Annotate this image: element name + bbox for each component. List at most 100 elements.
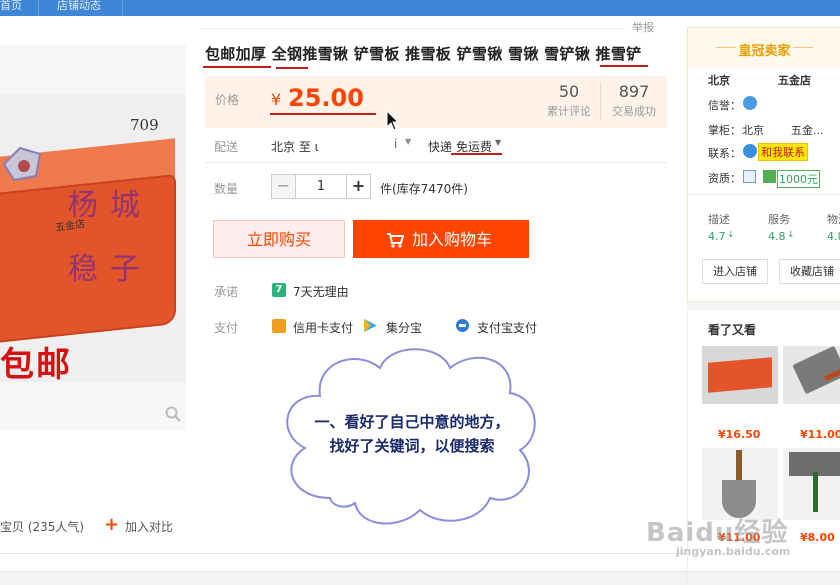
- credit-icon[interactable]: [743, 96, 757, 110]
- fee-underline: [451, 153, 502, 155]
- score-name: 物流: [827, 213, 840, 226]
- buy-now-button[interactable]: 立即购买: [213, 220, 345, 258]
- shopkeeper-extra: 五金...: [791, 124, 824, 137]
- score-name: 服务: [768, 213, 790, 226]
- payment-label: 支付: [214, 321, 239, 335]
- divider: [200, 28, 625, 29]
- watermark-url: jingyan.baidu.com: [676, 545, 791, 558]
- score-name: 描述: [708, 213, 730, 226]
- sold-label: 交易成功: [612, 105, 656, 118]
- decrease-button[interactable]: −: [272, 175, 296, 198]
- compare-plus-icon[interactable]: +: [104, 514, 119, 535]
- divider: [688, 194, 840, 195]
- add-to-cart-button[interactable]: 加入购物车: [353, 220, 529, 258]
- alipay-icon: [456, 319, 469, 332]
- thumb-shovel: [792, 346, 840, 395]
- callout-text: 一、看好了自己中意的地方，找好了关键词，以便搜索: [314, 413, 510, 455]
- jifenbao-icon: [364, 319, 377, 332]
- image-overlay-text: 包邮: [0, 345, 72, 385]
- cart-icon: [387, 233, 404, 248]
- stamp-char: 城: [110, 188, 140, 223]
- stock-text: 件(库存7470件): [380, 182, 468, 196]
- sold-count[interactable]: 897: [604, 82, 664, 101]
- thumb-shovel: [708, 357, 772, 393]
- payment-option[interactable]: 集分宝: [386, 319, 422, 336]
- review-label: 累计评论: [547, 105, 591, 118]
- certified-icon: [743, 170, 756, 183]
- title-underline: [276, 67, 308, 69]
- score-down-icon: ↓: [787, 230, 795, 240]
- nav-divider: [38, 0, 39, 16]
- score-value: 4.8: [768, 230, 786, 243]
- nav-shop-news-link[interactable]: 店铺动态: [57, 0, 101, 13]
- quantity-input[interactable]: 1: [296, 175, 346, 198]
- also-viewed-thumb[interactable]: [783, 346, 840, 404]
- mouse-cursor-icon: [386, 110, 400, 131]
- nav-home-link[interactable]: 首页: [0, 0, 22, 13]
- stamp-char: 稳: [68, 252, 98, 287]
- panel-gap: [687, 302, 840, 310]
- shopkeeper-label: 掌柜：: [708, 124, 741, 137]
- also-viewed-title: 看了又看: [708, 323, 757, 337]
- score-down-icon: ↓: [727, 230, 735, 240]
- shop-type: 五金店: [778, 74, 811, 87]
- shipping-from: 北京 至 ι: [271, 140, 319, 154]
- image-label-number: 709: [130, 116, 159, 134]
- seven-day-icon: 7: [272, 283, 286, 297]
- seller-badge: 皇冠卖家: [738, 44, 791, 59]
- divider: [0, 553, 686, 554]
- add-to-cart-label: 加入购物车: [412, 230, 493, 249]
- baidu-watermark: Baidu经验: [646, 518, 789, 548]
- deposit-amount: 1000元: [777, 170, 820, 188]
- seller-location: 北京: [708, 74, 730, 87]
- also-viewed-thumb[interactable]: [702, 346, 778, 404]
- quantity-label: 数量: [214, 182, 239, 196]
- chat-icon: [743, 144, 757, 158]
- qualification-label: 资质：: [708, 172, 741, 185]
- review-count[interactable]: 50: [539, 82, 599, 101]
- price-label: 价格: [215, 93, 240, 107]
- deposit-icon: [763, 170, 776, 183]
- thumb-handle: [736, 450, 742, 482]
- increase-button[interactable]: +: [346, 175, 370, 198]
- header-line: [793, 47, 813, 48]
- chevron-down-icon: ▼: [405, 137, 412, 146]
- seller-panel: 皇冠卖家 北京 五金店 信誉： 掌柜： 北京 五金... 联系： 和我联系 资质…: [687, 27, 840, 302]
- also-viewed-thumb[interactable]: [783, 448, 840, 520]
- divider: [205, 162, 667, 163]
- image-decoration: [2, 146, 42, 182]
- top-nav-bar: 首页 店铺动态: [0, 0, 840, 16]
- add-compare-link[interactable]: 加入对比: [125, 518, 173, 535]
- stamp-char: 子: [110, 252, 140, 287]
- price-value: 25.00: [288, 84, 364, 112]
- payment-option[interactable]: 支付宝支付: [477, 319, 537, 336]
- score-value: 4.7: [708, 230, 726, 243]
- thumb-price: ¥8.00: [800, 531, 835, 544]
- report-link[interactable]: 举报: [632, 19, 654, 35]
- promise-label: 承诺: [214, 285, 239, 299]
- shopkeeper-name[interactable]: 北京: [742, 122, 764, 138]
- price-panel: 价格 ¥ 25.00 50 累计评论 897 交易成功: [205, 76, 667, 128]
- nav-divider: [122, 0, 123, 16]
- zoom-icon[interactable]: [165, 406, 181, 422]
- chevron-down-icon: ▼: [495, 138, 502, 147]
- product-title: 包邮加厚 全钢推雪锹 铲雪板 推雪板 铲雪锹 雪锹 雪铲锹 推雪铲: [205, 45, 642, 63]
- also-viewed-thumb[interactable]: [702, 448, 778, 520]
- promise-text[interactable]: 7天无理由: [293, 283, 349, 300]
- score-value: 4.8: [827, 230, 840, 243]
- enter-shop-button[interactable]: 进入店铺: [702, 259, 768, 284]
- destination-dropdown[interactable]: i: [394, 137, 397, 151]
- credit-card-icon: [272, 319, 286, 333]
- credit-label: 信誉：: [708, 99, 741, 112]
- seller-header: 皇冠卖家: [688, 28, 840, 68]
- shipping-label: 配送: [214, 140, 239, 154]
- currency-symbol: ¥: [271, 90, 282, 109]
- payment-option[interactable]: 信用卡支付: [293, 319, 353, 336]
- favorite-shop-button[interactable]: 收藏店铺: [779, 259, 840, 284]
- thumb-price: ¥16.50: [718, 428, 761, 441]
- favorites-count[interactable]: 宝贝 (235人气): [0, 518, 84, 535]
- price-underline: [270, 113, 376, 115]
- contact-label: 联系：: [708, 147, 741, 160]
- contact-button[interactable]: 和我联系: [758, 143, 808, 161]
- title-underline: [203, 66, 271, 68]
